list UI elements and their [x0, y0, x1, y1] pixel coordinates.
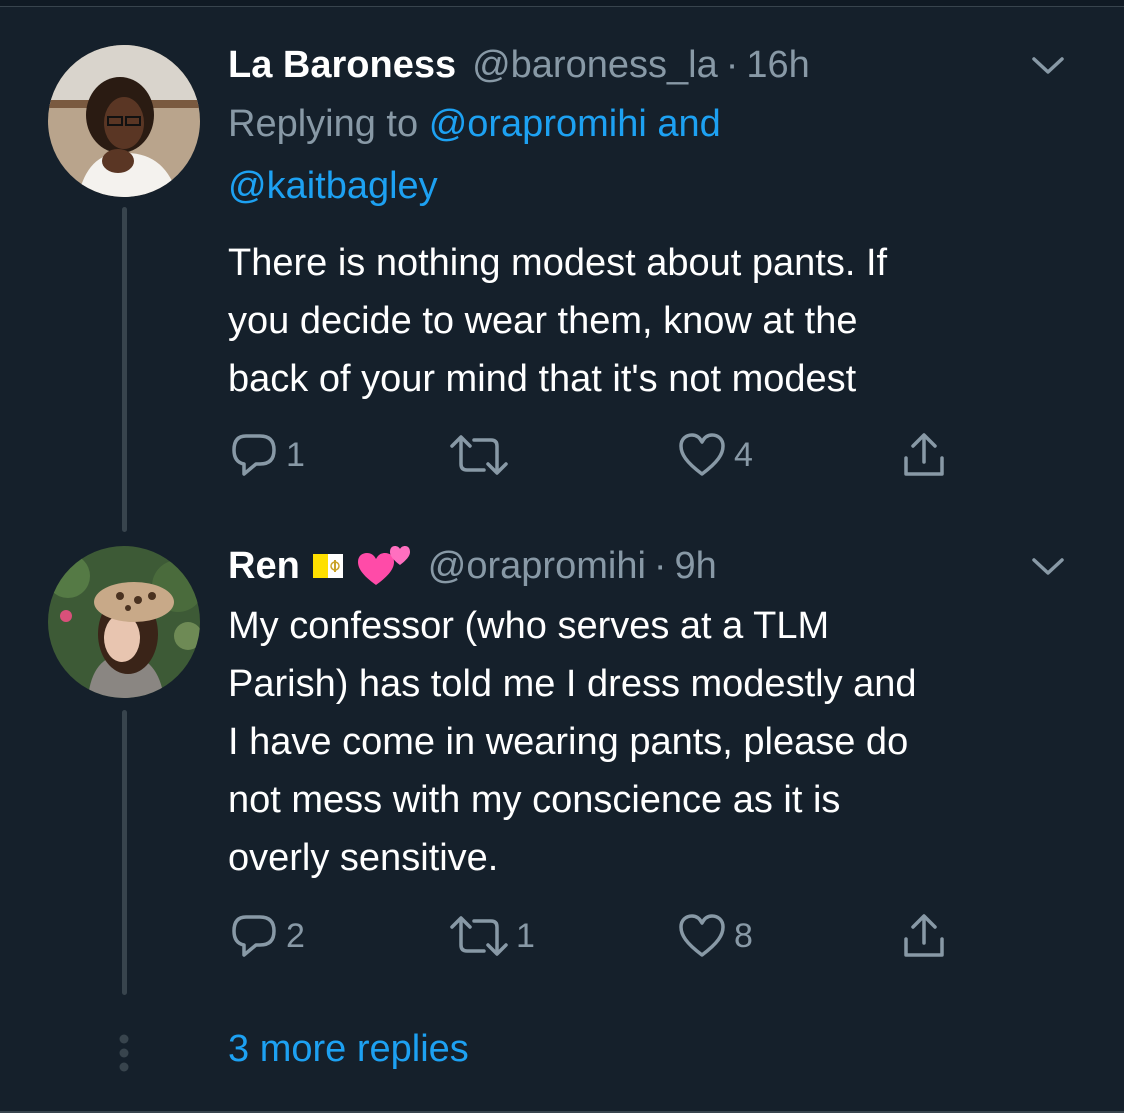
timestamp[interactable]: 9h — [675, 545, 717, 588]
tweet-text-line: you decide to wear them, know at the — [228, 300, 858, 342]
share-icon — [904, 914, 944, 957]
retweet-button[interactable]: 1 — [448, 911, 535, 961]
tweet-text-line: Parish) has told me I dress modestly and — [228, 663, 917, 705]
share-icon — [904, 433, 944, 476]
thread-line — [122, 710, 127, 995]
like-count: 8 — [734, 916, 753, 955]
tweet-actions: 1 4 — [228, 430, 988, 480]
avatar-image — [48, 546, 200, 698]
separator: · — [725, 43, 739, 86]
retweet-icon — [450, 435, 508, 475]
replying-to-users[interactable]: @orapromihi and — [429, 103, 721, 145]
reply-button[interactable]: 2 — [228, 911, 305, 961]
share-button[interactable] — [900, 911, 948, 961]
vatican-flag-icon — [312, 550, 344, 582]
avatar-image — [48, 45, 200, 197]
two-hearts-icon — [356, 543, 412, 589]
heart-icon — [679, 433, 725, 476]
tweet-text-line: not mess with my conscience as it is — [228, 779, 841, 821]
tweet-text: There is nothing modest about pants. If … — [228, 234, 1088, 408]
like-button[interactable]: 8 — [676, 911, 753, 961]
tweet-header: La Baroness @baroness_la · 16h — [228, 42, 1064, 88]
heart-icon — [679, 914, 725, 957]
tweet-header: Ren @orapromihi · 9h — [228, 543, 1064, 589]
thread-line — [122, 207, 127, 532]
avatar[interactable] — [48, 546, 200, 698]
tweet-text-line: There is nothing modest about pants. If — [228, 242, 888, 284]
replying-to: Replying to @orapromihi and — [228, 93, 928, 155]
retweet-button[interactable] — [448, 430, 516, 480]
replying-to-second-line: @kaitbagley — [228, 155, 928, 217]
separator: · — [653, 544, 667, 587]
share-button[interactable] — [900, 430, 948, 480]
more-dots-icon — [119, 1034, 129, 1072]
tweet-text-line: back of your mind that it's not modest — [228, 358, 857, 400]
like-button[interactable]: 4 — [676, 430, 753, 480]
reply-count: 2 — [286, 916, 305, 955]
display-name[interactable]: Ren — [228, 545, 300, 588]
timestamp[interactable]: 16h — [746, 44, 809, 87]
user-handle[interactable]: @orapromihi — [428, 545, 646, 588]
reply-icon — [232, 434, 276, 476]
reply-button[interactable]: 1 — [228, 430, 305, 480]
reply-count: 1 — [286, 435, 305, 474]
more-replies-link[interactable]: 3 more replies — [228, 1028, 469, 1071]
reply-icon — [232, 915, 276, 957]
display-name[interactable]: La Baroness — [228, 44, 456, 87]
user-handle[interactable]: @baroness_la — [472, 44, 718, 87]
tweet-text-line: overly sensitive. — [228, 837, 499, 879]
tweet-la-baroness[interactable]: La Baroness @baroness_la · 16h Replying … — [0, 0, 1124, 540]
chevron-down-icon[interactable] — [1028, 50, 1068, 80]
tweet-text-line: My confessor (who serves at a TLM — [228, 605, 830, 647]
tweet-text-line: I have come in wearing pants, please do — [228, 721, 909, 763]
tweet-actions: 2 1 8 — [228, 911, 988, 961]
retweet-icon — [450, 916, 508, 956]
avatar[interactable] — [48, 45, 200, 197]
like-count: 4 — [734, 435, 753, 474]
tweet-ren[interactable]: Ren @orapromihi · 9h My confessor (who s… — [0, 540, 1124, 1010]
chevron-down-icon[interactable] — [1028, 551, 1068, 581]
tweet-text: My confessor (who serves at a TLM Parish… — [228, 597, 1088, 887]
retweet-count: 1 — [516, 916, 535, 955]
replying-to-prefix: Replying to — [228, 103, 419, 145]
replying-to-user[interactable]: @kaitbagley — [228, 165, 438, 207]
